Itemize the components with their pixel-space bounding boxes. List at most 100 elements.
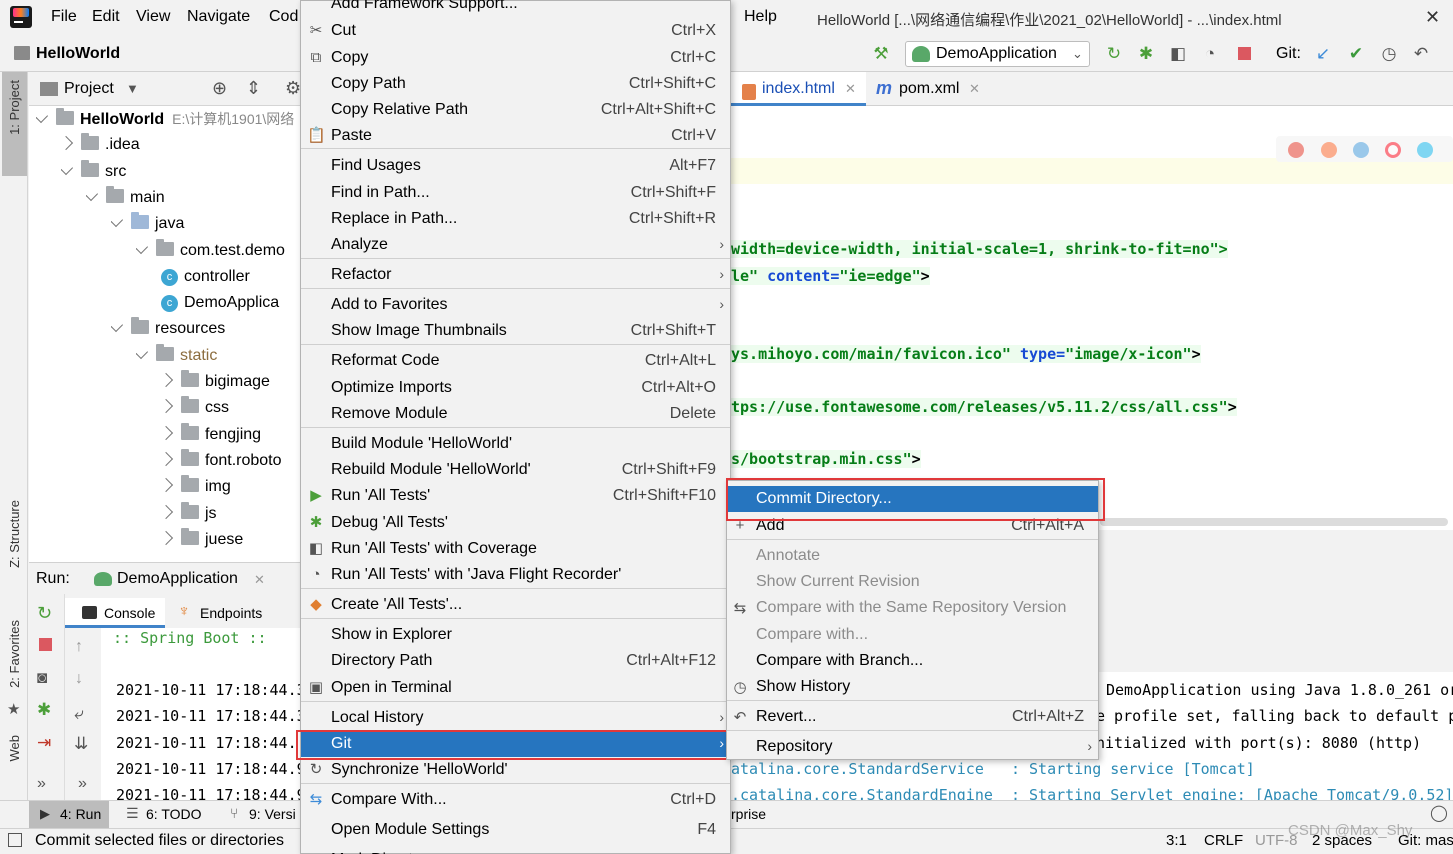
chevron-right-icon[interactable]	[161, 530, 174, 545]
menu-item-open-module-settings[interactable]: Open Module Settings F4	[301, 817, 730, 843]
menu-item-synchronize-helloworld[interactable]: ↻ Synchronize 'HelloWorld'	[301, 757, 730, 783]
menu-item-rebuild-module-helloworld[interactable]: Rebuild Module 'HelloWorld' Ctrl+Shift+F9	[301, 457, 730, 483]
profiler-icon[interactable]: ◔	[1200, 44, 1220, 64]
build-hammer-icon[interactable]: ⚒	[871, 44, 891, 64]
menu-item-optimize-imports[interactable]: Optimize Imports Ctrl+Alt+O	[301, 375, 730, 401]
more-chevron-icon[interactable]: »	[78, 775, 87, 793]
chevron-down-icon[interactable]	[136, 344, 149, 359]
menu-item-add-framework-support[interactable]: Add Framework Support...	[301, 0, 730, 17]
stop-icon[interactable]	[39, 638, 52, 651]
menu-item-build-module-helloworld[interactable]: Build Module 'HelloWorld'	[301, 431, 730, 457]
coverage-icon[interactable]: ◧	[1168, 44, 1188, 64]
chevron-down-icon[interactable]	[61, 160, 74, 175]
tree-node-src[interactable]: src	[61, 159, 301, 185]
menu-item-copy-path[interactable]: Copy Path Ctrl+Shift+C	[301, 71, 730, 97]
git-menu-item-compare-with-branch[interactable]: Compare with Branch...	[727, 648, 1098, 674]
menu-item-directory-path[interactable]: Directory Path Ctrl+Alt+F12	[301, 648, 730, 674]
locate-crosshair-icon[interactable]: ⊕	[212, 78, 227, 99]
menu-item-find-in-path[interactable]: Find in Path... Ctrl+Shift+F	[301, 180, 730, 206]
debug-bug-icon[interactable]: ✱	[1136, 44, 1156, 64]
close-tab-icon[interactable]: ✕	[254, 572, 265, 588]
menu-item-cut[interactable]: ✂ Cut Ctrl+X	[301, 18, 730, 44]
soft-wrap-icon[interactable]: ⤶	[74, 704, 84, 724]
breadcrumb[interactable]: HelloWorld	[36, 45, 120, 63]
tree-node-controller[interactable]: c controller	[161, 264, 301, 290]
tree-node-img[interactable]: img	[161, 474, 301, 500]
safari-icon[interactable]	[1353, 142, 1369, 158]
git-menu-item-revert[interactable]: ↶ Revert... Ctrl+Alt+Z	[727, 704, 1098, 730]
menu-edit[interactable]: Edit	[92, 8, 120, 26]
scroll-up-icon[interactable]: ↑	[75, 638, 83, 656]
tree-node-idea[interactable]: .idea	[61, 132, 301, 158]
menu-item-show-image-thumbnails[interactable]: Show Image Thumbnails Ctrl+Shift+T	[301, 318, 730, 344]
menu-item-copy[interactable]: ⧉ Copy Ctrl+C	[301, 45, 730, 71]
chevron-right-icon[interactable]	[161, 504, 174, 519]
chrome-icon[interactable]	[1288, 142, 1304, 158]
chevron-right-icon[interactable]	[161, 478, 174, 493]
tree-node-css[interactable]: css	[161, 395, 301, 421]
toggle-tool-windows-icon[interactable]	[8, 833, 22, 847]
close-tab-icon[interactable]: ✕	[969, 81, 980, 97]
git-history-icon[interactable]: ◷	[1379, 44, 1399, 64]
chevron-right-icon[interactable]	[161, 425, 174, 440]
chevron-down-icon[interactable]	[36, 108, 49, 124]
run-config-tab[interactable]: DemoApplication	[117, 570, 238, 588]
editor-horizontal-scrollbar[interactable]	[1100, 518, 1448, 526]
todo-tool-tab[interactable]: 6: TODO	[146, 806, 202, 822]
tree-node-demoapplica[interactable]: c DemoApplica	[161, 290, 301, 316]
tree-node-js[interactable]: js	[161, 501, 301, 527]
menu-item-analyze[interactable]: Analyze ›	[301, 232, 730, 258]
opera-icon[interactable]	[1385, 142, 1401, 158]
menu-item-local-history[interactable]: Local History ›	[301, 705, 730, 731]
structure-tool-label[interactable]: Z: Structure	[7, 500, 22, 568]
tree-node-resources[interactable]: resources	[111, 316, 301, 342]
menu-item-refactor[interactable]: Refactor ›	[301, 262, 730, 288]
menu-file[interactable]: File	[51, 8, 77, 26]
menu-view[interactable]: View	[136, 8, 170, 26]
close-tab-icon[interactable]: ✕	[845, 81, 856, 97]
chevron-down-icon[interactable]	[86, 186, 99, 201]
event-log-icon[interactable]: ◯	[1430, 803, 1448, 823]
tree-node-static[interactable]: static	[136, 343, 301, 369]
menu-item-debug-all-tests[interactable]: ✱ Debug 'All Tests'	[301, 510, 730, 536]
scroll-down-icon[interactable]: ↓	[75, 670, 83, 688]
menu-item-show-in-explorer[interactable]: Show in Explorer	[301, 622, 730, 648]
rerun-icon[interactable]: ↻	[1104, 44, 1124, 64]
git-update-icon[interactable]: ↙	[1313, 44, 1333, 64]
tree-node-juese[interactable]: juese	[161, 527, 301, 553]
tree-node-helloworld[interactable]: HelloWorld E:\计算机1901\网络	[36, 106, 301, 132]
project-view-selector[interactable]: Project	[64, 80, 114, 98]
camera-icon[interactable]: ◙	[37, 668, 47, 688]
menu-item-remove-module[interactable]: Remove Module Delete	[301, 401, 730, 427]
menu-item-run-all-tests-with-java-flight-recorder[interactable]: ◔ Run 'All Tests' with 'Java Flight Recor…	[301, 562, 730, 588]
more-chevron-icon[interactable]: »	[37, 775, 46, 793]
tab-label[interactable]: pom.xml	[899, 80, 959, 98]
menu-navigate[interactable]: Navigate	[187, 8, 250, 26]
favorites-tool-label[interactable]: 2: Favorites	[7, 620, 22, 688]
rerun-icon[interactable]: ↻	[37, 603, 52, 624]
git-rollback-icon[interactable]: ↶	[1411, 44, 1431, 64]
menu-item-copy-relative-path[interactable]: Copy Relative Path Ctrl+Alt+Shift+C	[301, 97, 730, 123]
stop-icon[interactable]	[1234, 44, 1254, 64]
caret-position[interactable]: 3:1	[1166, 832, 1187, 849]
chevron-down-icon[interactable]	[136, 239, 149, 254]
menu-item-find-usages[interactable]: Find Usages Alt+F7	[301, 153, 730, 179]
menu-item-replace-in-path[interactable]: Replace in Path... Ctrl+Shift+R	[301, 206, 730, 232]
menu-item-run-all-tests-with-coverage[interactable]: ◧ Run 'All Tests' with Coverage	[301, 536, 730, 562]
gear-icon[interactable]: ⚙	[285, 78, 301, 99]
scroll-to-end-icon[interactable]: ⇊	[74, 734, 88, 754]
menu-help[interactable]: Help	[744, 8, 777, 26]
tree-node-bigimage[interactable]: bigimage	[161, 369, 301, 395]
chevron-right-icon[interactable]	[161, 372, 174, 388]
chevron-right-icon[interactable]	[61, 136, 74, 151]
edge-icon[interactable]	[1417, 142, 1433, 158]
menu-item-reformat-code[interactable]: Reformat Code Ctrl+Alt+L	[301, 348, 730, 374]
enterprise-tool-tab[interactable]: rprise	[731, 806, 766, 822]
chevron-right-icon[interactable]	[161, 399, 174, 414]
version-control-tool-tab[interactable]: 9: Versi	[249, 806, 300, 822]
project-tool-label[interactable]: 1: Project	[7, 80, 22, 135]
menu-item-paste[interactable]: 📋 Paste Ctrl+V	[301, 123, 730, 149]
tree-node-com-test-demo[interactable]: com.test.demo	[136, 238, 301, 264]
git-commit-check-icon[interactable]: ✔	[1346, 44, 1366, 64]
chevron-right-icon[interactable]	[161, 451, 174, 466]
